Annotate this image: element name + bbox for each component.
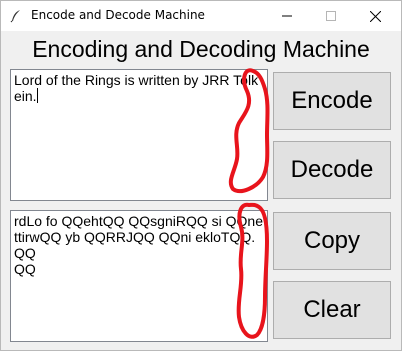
input-text-area[interactable]: Lord of the Rings is written by JRR Tolk…	[10, 69, 268, 201]
feather-icon	[10, 10, 20, 23]
clear-button[interactable]: Clear	[273, 281, 391, 339]
close-button[interactable]	[353, 1, 397, 31]
input-text: Lord of the Rings is written by JRR Tolk…	[14, 72, 259, 104]
output-text: rdLo fo QQehtQQ QQsgniRQQ si QQnettirwQQ…	[14, 213, 263, 277]
close-icon	[369, 10, 381, 22]
app-window: Encode and Decode Machine Encoding and D…	[0, 0, 402, 351]
minimize-icon	[282, 15, 292, 17]
maximize-button[interactable]	[309, 1, 353, 31]
text-cursor	[36, 88, 38, 103]
copy-button[interactable]: Copy	[273, 212, 391, 270]
output-text-area[interactable]: rdLo fo QQehtQQ QQsgniRQQ si QQnettirwQQ…	[10, 210, 268, 342]
minimize-button[interactable]	[265, 1, 309, 31]
window-title: Encode and Decode Machine	[31, 8, 205, 22]
encode-button[interactable]: Encode	[273, 72, 391, 130]
title-bar[interactable]: Encode and Decode Machine	[1, 1, 401, 31]
maximize-icon	[326, 11, 336, 21]
page-title: Encoding and Decoding Machine	[32, 36, 370, 62]
decode-button[interactable]: Decode	[273, 141, 391, 199]
